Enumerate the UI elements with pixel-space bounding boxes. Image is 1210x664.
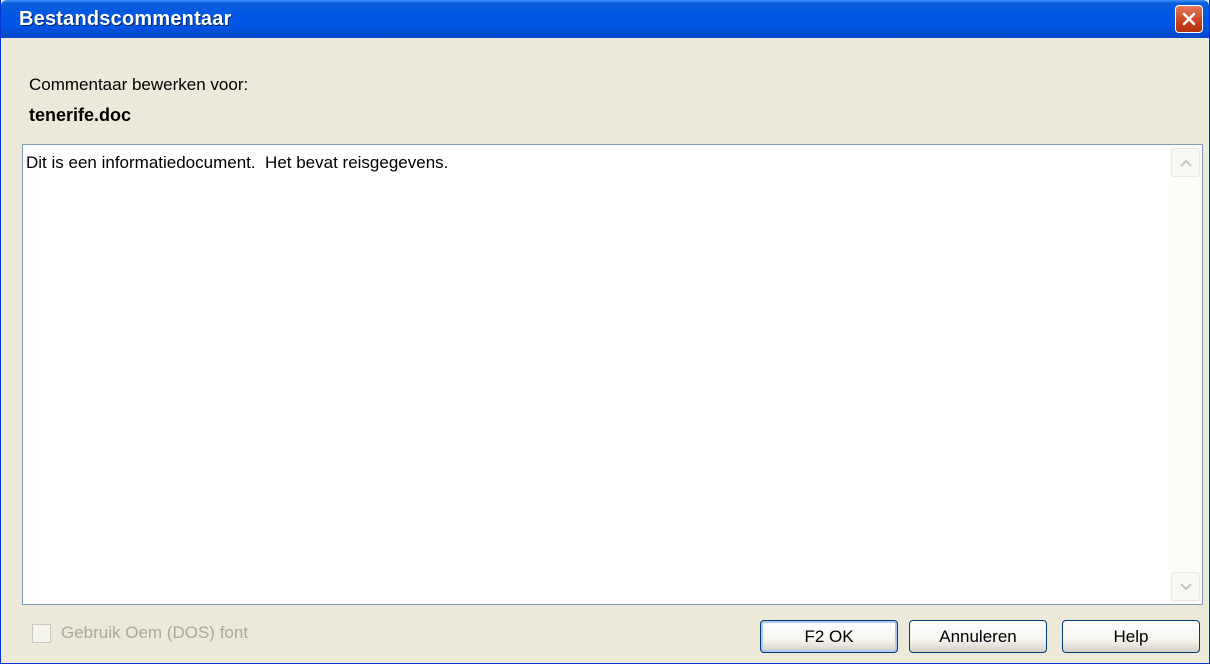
scroll-up-button[interactable]	[1171, 148, 1200, 177]
chevron-up-icon	[1179, 159, 1192, 167]
edit-for-label: Commentaar bewerken voor:	[29, 75, 249, 94]
title-bar[interactable]: Bestandscommentaar	[1, 0, 1209, 38]
oem-font-checkbox[interactable]	[32, 623, 51, 643]
close-button[interactable]	[1175, 5, 1203, 33]
comment-text[interactable]: Dit is een informatiedocument. Het bevat…	[26, 153, 448, 173]
dialog-window: Bestandscommentaar Commentaar bewerken v…	[0, 0, 1210, 664]
cancel-button[interactable]: Annuleren	[909, 620, 1047, 653]
oem-font-option: Gebruik Oem (DOS) font	[32, 623, 248, 643]
vertical-scrollbar[interactable]	[1169, 145, 1202, 604]
ok-button[interactable]: F2 OK	[760, 620, 898, 653]
oem-font-label: Gebruik Oem (DOS) font	[61, 623, 249, 642]
filename-label: tenerife.doc	[29, 105, 132, 125]
chevron-down-icon	[1179, 582, 1192, 590]
help-button[interactable]: Help	[1062, 620, 1200, 653]
scroll-down-button[interactable]	[1171, 572, 1200, 601]
comment-textarea[interactable]: Dit is een informatiedocument. Het bevat…	[22, 144, 1203, 605]
close-icon	[1182, 12, 1196, 26]
window-title: Bestandscommentaar	[19, 8, 232, 30]
